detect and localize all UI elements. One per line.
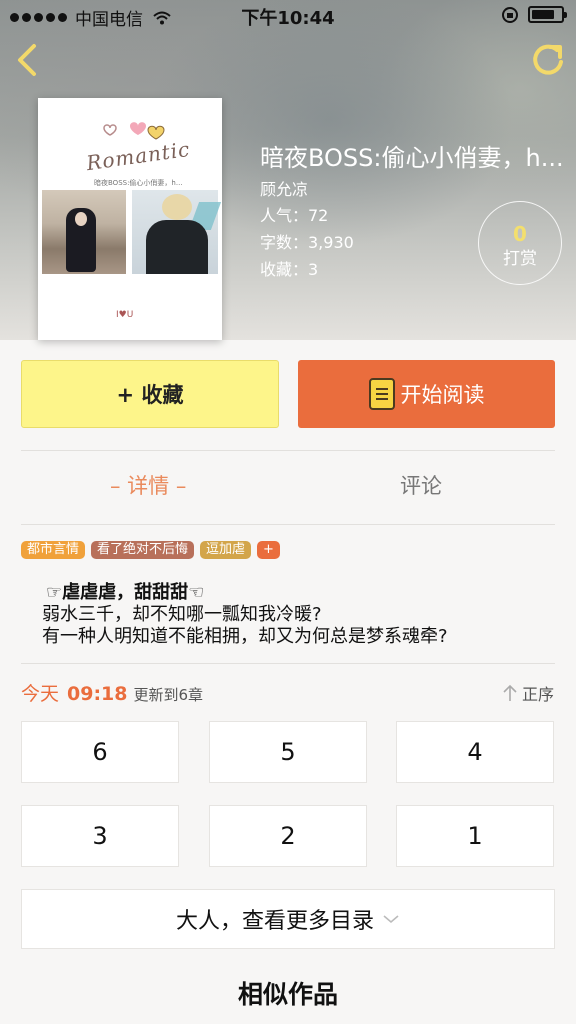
chapter-number: 1 [467, 822, 483, 850]
chevron-down-icon [383, 915, 399, 924]
sort-order-label: 正序 [521, 685, 554, 704]
tab-details-label: – 详情 – [110, 474, 187, 498]
tag-list: 都市言情 看了绝对不后悔 逗加虐 + [21, 541, 280, 559]
chapter-button[interactable]: 2 [209, 805, 367, 867]
book-cover[interactable]: Romantic 暗夜BOSS:偷心小俏妻，h... I♥U [38, 98, 222, 340]
chapter-number: 3 [92, 822, 108, 850]
tab-details[interactable]: – 详情 – [110, 470, 186, 506]
cover-subtitle: 暗夜BOSS:偷心小俏妻，h... [94, 179, 183, 187]
add-tag-button[interactable]: + [257, 541, 280, 559]
tip-label: 打赏 [503, 249, 537, 269]
book-title: 暗夜BOSS:偷心小俏妻，h... [260, 144, 564, 172]
update-info: 今天 09:18 更新到6章 [21, 679, 203, 706]
chapter-number: 6 [92, 738, 108, 766]
status-right [502, 6, 567, 23]
divider [21, 450, 555, 451]
sort-order-button[interactable]: 正序 [502, 681, 554, 705]
cover-photo-left [42, 190, 126, 274]
chapter-number: 2 [280, 822, 296, 850]
description-line: ☞虐虐虐，甜甜甜☜ [46, 582, 205, 603]
add-favorite-label: + 收藏 [116, 383, 184, 407]
tip-count: 0 [513, 222, 527, 246]
more-directory-button[interactable]: 大人，查看更多目录 [21, 889, 555, 949]
clock: 下午10:44 [241, 8, 335, 29]
book-popularity: 人气：72 [260, 206, 329, 225]
rotation-lock-icon [502, 6, 518, 23]
add-favorite-button[interactable]: + 收藏 [21, 360, 279, 428]
arrow-up-icon [503, 684, 517, 701]
book-favorites: 收藏：3 [260, 260, 319, 279]
tab-comments[interactable]: 评论 [400, 470, 442, 506]
book-description: ☞虐虐虐，甜甜甜☜ 弱水三千，却不知哪一瓢知我冷暖? 有一种人明知道不能相拥，却… [42, 582, 562, 648]
divider [21, 663, 555, 664]
chapter-button[interactable]: 5 [209, 721, 367, 783]
more-directory-label: 大人，查看更多目录 [175, 909, 374, 934]
start-reading-button[interactable]: 开始阅读 [298, 360, 555, 428]
description-line: 弱水三千，却不知哪一瓢知我冷暖? [42, 604, 322, 625]
refresh-icon[interactable] [530, 40, 566, 80]
chapter-number: 4 [467, 738, 483, 766]
book-icon [368, 378, 395, 410]
chapter-button[interactable]: 1 [396, 805, 554, 867]
chapter-button[interactable]: 4 [396, 721, 554, 783]
chapter-number: 5 [280, 738, 296, 766]
divider [21, 524, 555, 525]
update-text: 更新到6章 [133, 686, 204, 704]
tag-urban-romance[interactable]: 都市言情 [21, 541, 86, 559]
tab-comments-label: 评论 [400, 474, 442, 498]
tag-no-regret[interactable]: 看了绝对不后悔 [91, 541, 195, 559]
start-reading-label: 开始阅读 [400, 383, 485, 407]
cover-photo-right [132, 190, 222, 274]
update-time: 09:18 [67, 683, 128, 705]
tag-funny-angst[interactable]: 逗加虐 [200, 541, 252, 559]
update-day: 今天 [21, 683, 60, 705]
status-bar: 中国电信 下午10:44 [0, 0, 576, 32]
tip-button[interactable]: 0 打赏 [478, 201, 562, 285]
description-line: 有一种人明知道不能相拥，却又为何总是梦系魂牵? [42, 626, 448, 647]
chapter-button[interactable]: 6 [21, 721, 179, 783]
back-arrow-icon[interactable] [12, 40, 42, 80]
battery-icon [528, 6, 567, 23]
book-word-count: 字数：3,930 [260, 233, 354, 252]
book-author[interactable]: 顾允凉 [260, 176, 308, 200]
chapter-button[interactable]: 3 [21, 805, 179, 867]
similar-works-title: 相似作品 [237, 980, 338, 1009]
cover-logo: I♥U [116, 310, 134, 320]
